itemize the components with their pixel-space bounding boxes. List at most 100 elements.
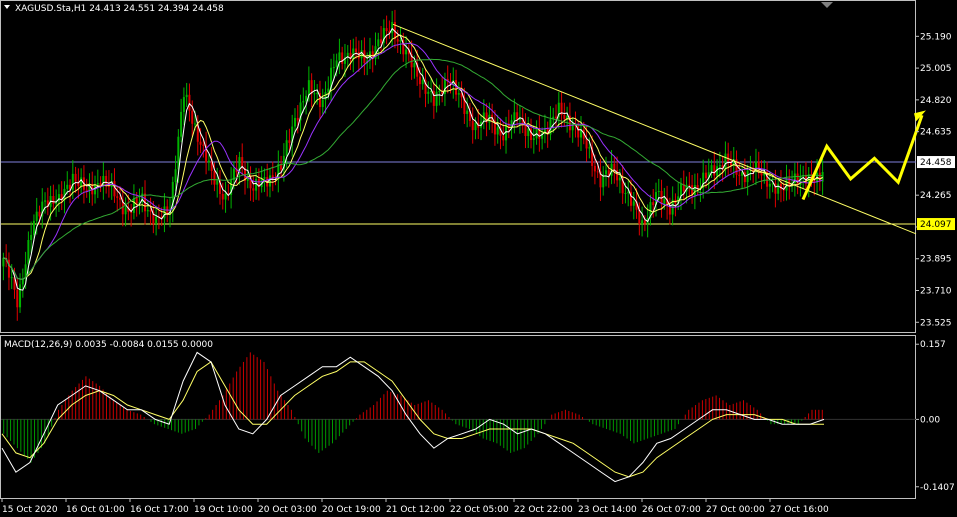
candle-body bbox=[155, 216, 158, 225]
candle-body bbox=[391, 21, 394, 34]
candle-body bbox=[85, 189, 88, 191]
price-panel[interactable] bbox=[1, 9, 926, 321]
candle-body bbox=[213, 171, 216, 185]
price-tick-label: 23.710 bbox=[920, 287, 952, 297]
candle-body bbox=[149, 210, 152, 212]
candle-body bbox=[413, 62, 416, 68]
time-tick-label: 16 Oct 01:00 bbox=[66, 505, 125, 515]
candle-body bbox=[657, 190, 660, 193]
candle-body bbox=[30, 234, 33, 241]
candle-body bbox=[605, 170, 608, 175]
price-tick-label: 23.525 bbox=[920, 318, 952, 328]
candle-body bbox=[124, 207, 127, 215]
candle-body bbox=[588, 147, 591, 149]
candle-body bbox=[713, 165, 716, 176]
candle-body bbox=[74, 173, 77, 182]
candle-body bbox=[496, 127, 499, 135]
candle-body bbox=[19, 284, 22, 308]
corner-triangle-icon bbox=[821, 2, 833, 8]
candle-body bbox=[532, 138, 535, 140]
candle-body bbox=[385, 28, 388, 32]
trading-chart[interactable]: 25.19025.00524.82024.63524.26524.08023.8… bbox=[0, 0, 957, 517]
macd-tick-label: 0.00 bbox=[920, 415, 940, 425]
dropdown-triangle-icon[interactable] bbox=[4, 5, 10, 9]
candle-body bbox=[71, 173, 74, 190]
macd-histogram bbox=[3, 352, 823, 463]
candle-body bbox=[516, 112, 519, 120]
candle-body bbox=[746, 170, 749, 183]
macd-tick-label: 0.157 bbox=[920, 340, 946, 350]
candle-body bbox=[527, 128, 530, 137]
candle-body bbox=[35, 211, 38, 221]
time-tick-label: 22 Oct 22:00 bbox=[514, 505, 573, 515]
candle-body bbox=[513, 112, 516, 121]
downtrend-line bbox=[392, 23, 917, 235]
candle-body bbox=[613, 163, 616, 170]
candle-body bbox=[563, 114, 566, 119]
candle-body bbox=[335, 60, 338, 68]
candle-body bbox=[438, 91, 441, 93]
candle-body bbox=[302, 101, 305, 103]
candle-body bbox=[338, 52, 341, 61]
candles bbox=[2, 9, 824, 321]
candle-body bbox=[185, 94, 188, 98]
candle-body bbox=[32, 220, 35, 235]
candle-body bbox=[216, 180, 219, 185]
candle-body bbox=[652, 202, 655, 206]
candle-body bbox=[316, 93, 319, 95]
ma-fast-line bbox=[3, 27, 823, 291]
candle-body bbox=[16, 289, 19, 308]
candle-body bbox=[377, 39, 380, 47]
macd-panel[interactable] bbox=[1, 351, 916, 483]
support-price-label: 24.097 bbox=[920, 220, 952, 230]
time-tick-label: 20 Oct 19:00 bbox=[322, 505, 381, 515]
candle-body bbox=[796, 173, 799, 186]
time-tick-label: 27 Oct 00:00 bbox=[706, 505, 765, 515]
candle-body bbox=[305, 95, 308, 102]
price-tick-label: 23.895 bbox=[920, 255, 952, 265]
candle-body bbox=[263, 177, 266, 179]
time-tick-label: 19 Oct 10:00 bbox=[194, 505, 253, 515]
macd-header: MACD(12,26,9) 0.0035 -0.0084 0.0155 0.00… bbox=[4, 340, 213, 350]
macd-tick-label: -0.1407 bbox=[920, 483, 955, 493]
candle-body bbox=[188, 94, 191, 111]
candle-body bbox=[116, 196, 119, 198]
candle-body bbox=[593, 165, 596, 172]
price-tick-label: 25.190 bbox=[920, 32, 952, 42]
ma-slow-line bbox=[3, 58, 823, 280]
candle-body bbox=[355, 48, 358, 53]
candle-body bbox=[718, 165, 721, 167]
candle-body bbox=[224, 193, 227, 200]
candle-body bbox=[474, 122, 477, 131]
candle-body bbox=[310, 80, 313, 94]
candle-body bbox=[555, 116, 558, 118]
candle-body bbox=[405, 49, 408, 55]
time-tick-label: 23 Oct 14:00 bbox=[578, 505, 637, 515]
candle-body bbox=[194, 123, 197, 125]
candle-body bbox=[146, 210, 149, 212]
time-tick-label: 27 Oct 16:00 bbox=[770, 505, 829, 515]
candle-body bbox=[288, 140, 291, 143]
symbol-header: XAGUSD.Sta,H1 24.413 24.551 24.394 24.45… bbox=[15, 4, 224, 14]
candle-body bbox=[182, 97, 185, 112]
candle-body bbox=[221, 193, 224, 200]
time-tick-label: 21 Oct 12:00 bbox=[386, 505, 445, 515]
time-tick-label: 26 Oct 07:00 bbox=[642, 505, 701, 515]
candle-body bbox=[727, 153, 730, 162]
candle-body bbox=[321, 99, 324, 108]
candle-body bbox=[524, 124, 527, 137]
candle-body bbox=[688, 184, 691, 186]
candle-body bbox=[180, 111, 183, 137]
time-tick-label: 16 Oct 17:00 bbox=[130, 505, 189, 515]
candle-body bbox=[21, 278, 24, 285]
candle-body bbox=[724, 153, 727, 170]
candle-body bbox=[52, 196, 55, 204]
candle-body bbox=[44, 200, 47, 202]
candle-body bbox=[307, 80, 310, 96]
candle-body bbox=[285, 140, 288, 156]
candle-body bbox=[624, 192, 627, 194]
candle-body bbox=[380, 39, 383, 43]
candle-body bbox=[296, 117, 299, 121]
candle-body bbox=[571, 125, 574, 131]
candle-body bbox=[199, 141, 202, 145]
